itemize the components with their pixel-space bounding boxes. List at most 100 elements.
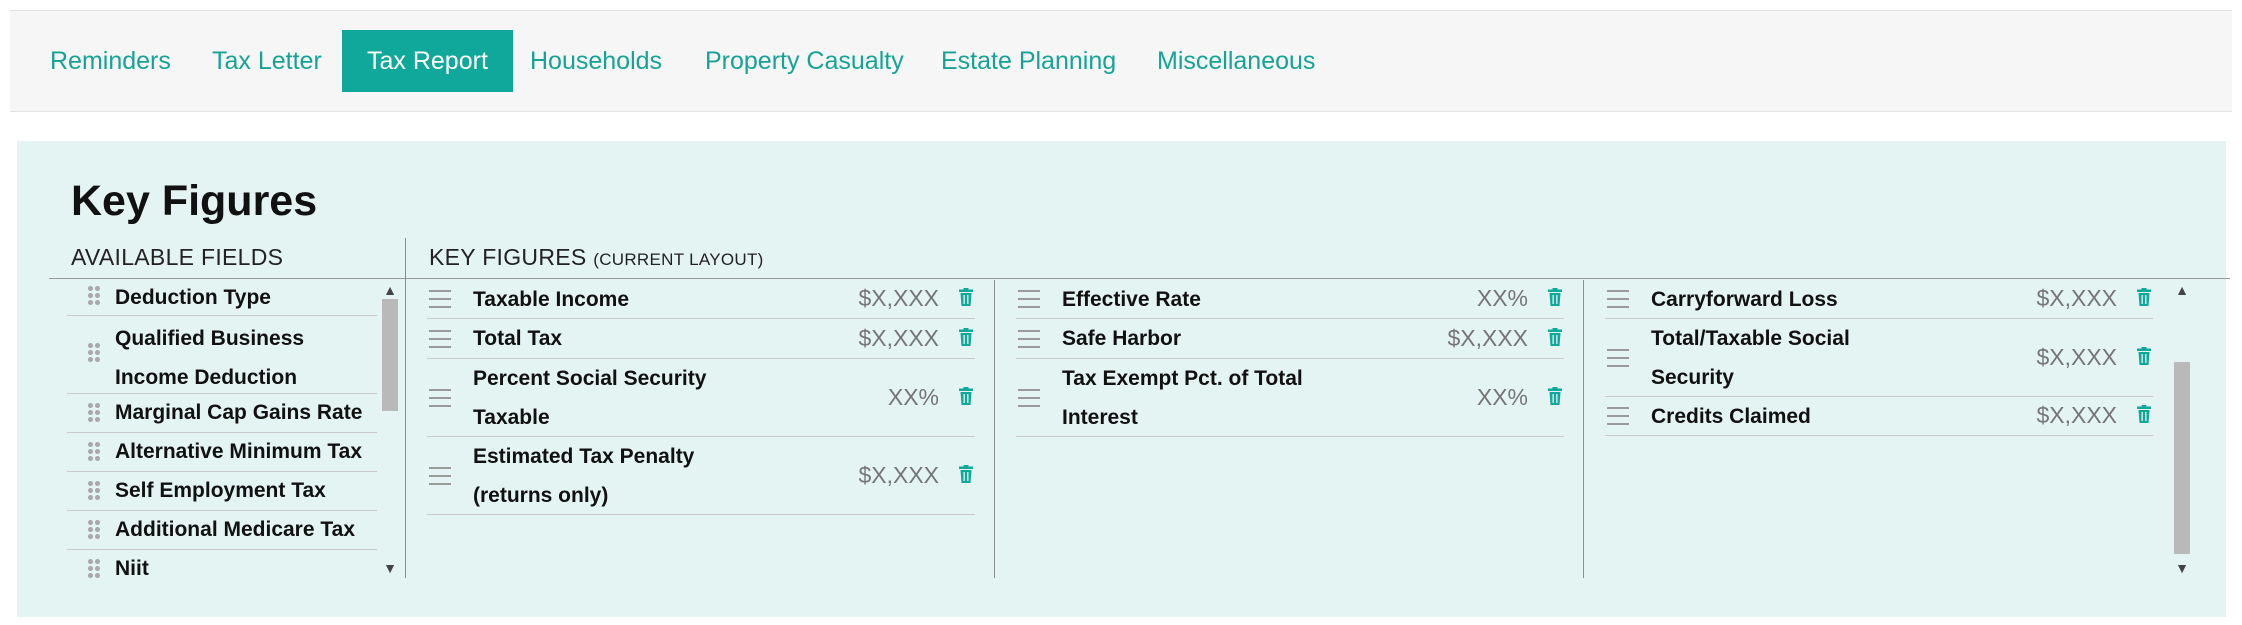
key-figure-value: XX%: [1476, 285, 1528, 311]
key-figure-row[interactable]: Taxable Income $X,XXX: [427, 280, 975, 319]
key-figure-row[interactable]: Total Tax $X,XXX: [427, 319, 975, 359]
column-divider: [405, 238, 406, 578]
key-figure-label: Taxable Income: [473, 288, 630, 311]
available-field-label: Marginal Cap Gains Rate: [115, 401, 363, 424]
grip-icon[interactable]: [87, 519, 101, 541]
tab-estate-planning[interactable]: Estate Planning: [941, 30, 1116, 92]
key-figure-row[interactable]: Tax Exempt Pct. of Total Interest XX%: [1016, 359, 1564, 437]
key-figure-label: Estimated Tax Penalty (returns only): [473, 445, 695, 507]
grip-icon[interactable]: [87, 558, 101, 580]
key-figure-value: XX%: [887, 384, 939, 410]
key-figures-header: KEY FIGURES (CURRENT LAYOUT): [429, 244, 764, 271]
key-figure-value: $X,XXX: [858, 285, 939, 311]
drag-handle-icon[interactable]: [429, 330, 451, 348]
tab-bar: Reminders Tax Letter Tax Report Househol…: [10, 10, 2232, 112]
key-figures-column-1: Taxable Income $X,XXX Total Tax $X,XXX P…: [427, 280, 975, 515]
key-figure-row[interactable]: Credits Claimed $X,XXX: [1605, 397, 2153, 436]
tab-households[interactable]: Households: [530, 30, 662, 92]
available-field-item[interactable]: Niit: [67, 550, 377, 580]
tab-tax-letter[interactable]: Tax Letter: [212, 30, 322, 92]
drag-handle-icon[interactable]: [1018, 290, 1040, 308]
drag-handle-icon[interactable]: [1018, 330, 1040, 348]
scroll-down-icon[interactable]: ▼: [382, 560, 398, 576]
available-field-label: Qualified Business Income Deduction: [115, 327, 305, 389]
key-figure-label: Total/Taxable Social Security: [1651, 327, 1850, 389]
trash-icon[interactable]: [1547, 387, 1563, 405]
tab-reminders[interactable]: Reminders: [50, 30, 171, 92]
trash-icon[interactable]: [958, 387, 974, 405]
trash-icon[interactable]: [958, 465, 974, 483]
trash-icon[interactable]: [958, 288, 974, 306]
drag-handle-icon[interactable]: [1018, 389, 1040, 407]
key-figures-column-3: Carryforward Loss $X,XXX Total/Taxable S…: [1605, 280, 2153, 436]
key-figures-column-2: Effective Rate XX% Safe Harbor $X,XXX Ta…: [1016, 280, 1564, 437]
drag-handle-icon[interactable]: [1607, 349, 1629, 367]
key-figures-panel: Key Figures AVAILABLE FIELDS KEY FIGURES…: [17, 141, 2230, 617]
tab-miscellaneous[interactable]: Miscellaneous: [1157, 30, 1315, 92]
scrollbar-thumb[interactable]: [382, 299, 398, 411]
available-field-item[interactable]: Additional Medicare Tax: [67, 511, 377, 550]
key-figure-label: Carryforward Loss: [1651, 288, 1838, 311]
grip-icon[interactable]: [87, 480, 101, 502]
key-figure-label: Safe Harbor: [1062, 327, 1182, 350]
drag-handle-icon[interactable]: [429, 467, 451, 485]
available-field-item[interactable]: Qualified Business Income Deduction: [67, 316, 377, 394]
key-figure-label: Credits Claimed: [1651, 405, 1811, 428]
key-figure-row[interactable]: Estimated Tax Penalty (returns only) $X,X…: [427, 437, 975, 515]
available-field-item[interactable]: Deduction Type: [67, 280, 377, 316]
scroll-up-icon[interactable]: ▲: [2174, 282, 2190, 298]
drag-handle-icon[interactable]: [429, 389, 451, 407]
available-field-item[interactable]: Marginal Cap Gains Rate: [67, 394, 377, 433]
page-title: Key Figures: [71, 177, 318, 225]
key-figures-subheader: (CURRENT LAYOUT): [593, 250, 764, 269]
key-figure-row[interactable]: Percent Social Security Taxable XX%: [427, 359, 975, 437]
grip-icon[interactable]: [87, 402, 101, 424]
key-figure-row[interactable]: Effective Rate XX%: [1016, 280, 1564, 319]
header-divider: [49, 278, 2230, 279]
key-figure-value: XX%: [1476, 384, 1528, 410]
drag-handle-icon[interactable]: [1607, 290, 1629, 308]
key-figure-row[interactable]: Safe Harbor $X,XXX: [1016, 319, 1564, 359]
key-figure-label: Total Tax: [473, 327, 563, 350]
key-figure-label: Percent Social Security Taxable: [473, 367, 707, 429]
trash-icon[interactable]: [2136, 347, 2152, 365]
key-figure-value: $X,XXX: [858, 462, 939, 488]
key-figure-label: Effective Rate: [1062, 288, 1201, 311]
grip-icon[interactable]: [87, 342, 101, 364]
key-figure-value: $X,XXX: [2036, 402, 2117, 428]
available-fields-scrollbar[interactable]: ▲ ▼: [380, 282, 400, 578]
key-figures-scrollbar[interactable]: ▲ ▼: [2172, 282, 2192, 578]
available-fields-header: AVAILABLE FIELDS: [71, 244, 284, 270]
key-figure-value: $X,XXX: [858, 325, 939, 351]
column-divider: [1583, 280, 1584, 578]
available-field-label: Self Employment Tax: [115, 479, 326, 502]
trash-icon[interactable]: [1547, 328, 1563, 346]
scroll-up-icon[interactable]: ▲: [382, 282, 398, 298]
trash-icon[interactable]: [1547, 288, 1563, 306]
key-figure-row[interactable]: Carryforward Loss $X,XXX: [1605, 280, 2153, 319]
key-figures-header-label: KEY FIGURES: [429, 244, 587, 270]
trash-icon[interactable]: [958, 328, 974, 346]
key-figure-value: $X,XXX: [1447, 325, 1528, 351]
key-figure-row[interactable]: Total/Taxable Social Security $X,XXX: [1605, 319, 2153, 397]
tab-tax-report[interactable]: Tax Report: [342, 30, 513, 92]
scrollbar-thumb[interactable]: [2174, 362, 2190, 554]
grip-icon[interactable]: [87, 285, 101, 307]
drag-handle-icon[interactable]: [1607, 407, 1629, 425]
column-divider: [994, 280, 995, 578]
grip-icon[interactable]: [87, 441, 101, 463]
available-field-label: Alternative Minimum Tax: [115, 440, 362, 463]
available-field-label: Niit: [115, 557, 149, 580]
available-field-item[interactable]: Self Employment Tax: [67, 472, 377, 511]
available-field-label: Additional Medicare Tax: [115, 518, 355, 541]
scroll-down-icon[interactable]: ▼: [2174, 560, 2190, 576]
drag-handle-icon[interactable]: [429, 290, 451, 308]
tab-property-casualty[interactable]: Property Casualty: [705, 30, 904, 92]
trash-icon[interactable]: [2136, 288, 2152, 306]
key-figure-value: $X,XXX: [2036, 285, 2117, 311]
key-figure-label: Tax Exempt Pct. of Total Interest: [1062, 367, 1303, 429]
available-field-label: Deduction Type: [115, 286, 271, 309]
available-field-item[interactable]: Alternative Minimum Tax: [67, 433, 377, 472]
trash-icon[interactable]: [2136, 405, 2152, 423]
available-fields-list[interactable]: Deduction Type Qualified Business Income …: [67, 280, 377, 580]
